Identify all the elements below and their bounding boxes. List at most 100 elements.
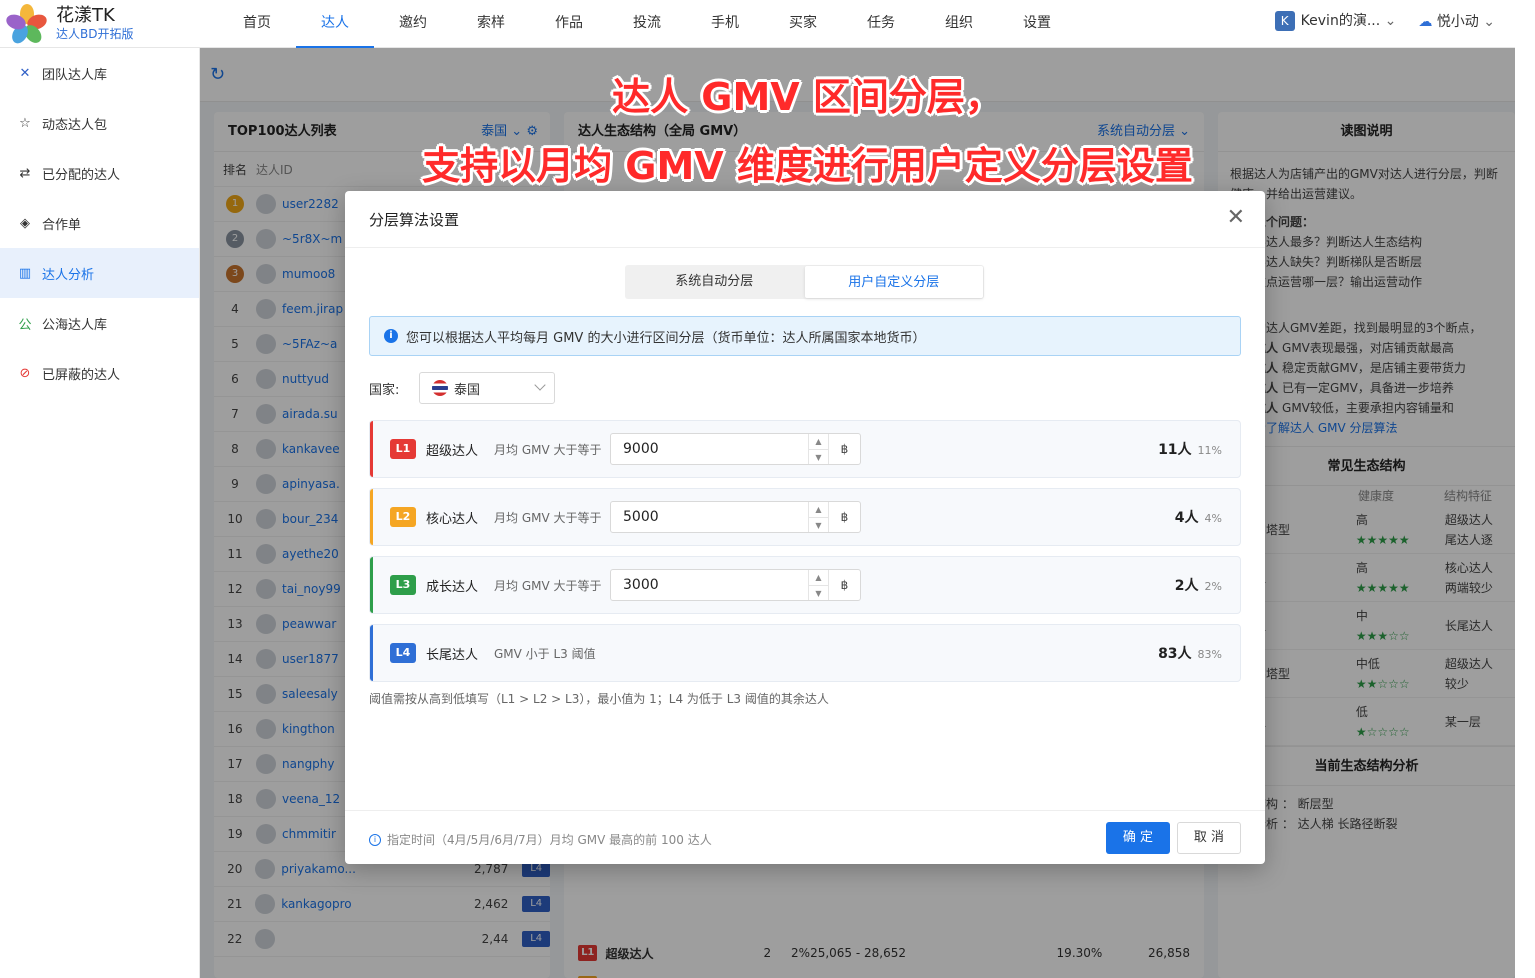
number-stepper[interactable]: ▲ ▼ (808, 570, 828, 600)
confirm-button[interactable]: 确 定 (1106, 822, 1170, 854)
stepper-down-icon[interactable]: ▼ (809, 586, 828, 601)
tier-condition: 月均 GMV 大于等于 (494, 578, 602, 593)
tier-row: L2 核心达人 月均 GMV 大于等于 5000 ▲ ▼ ฿ 4人 4% (369, 488, 1241, 546)
tier-row: L1 超级达人 月均 GMV 大于等于 9000 ▲ ▼ ฿ 11人 11% (369, 420, 1241, 478)
threshold-value[interactable]: 5000 (611, 509, 808, 525)
tier-row: L3 成长达人 月均 GMV 大于等于 3000 ▲ ▼ ฿ 2人 2% (369, 556, 1241, 614)
info-banner: i 您可以根据达人平均每月 GMV 的大小进行区间分层（货币单位：达人所属国家本… (369, 316, 1241, 356)
app-title: 花漾TK (56, 5, 115, 26)
nav-item[interactable]: 投流 (608, 0, 686, 48)
sidebar-item-label: 公海达人库 (42, 317, 108, 333)
nav-item[interactable]: 组织 (920, 0, 998, 48)
threshold-input[interactable]: 3000 ▲ ▼ ฿ (610, 569, 861, 601)
nav-item[interactable]: 达人 (296, 0, 374, 48)
tab-system-auto[interactable]: 系统自动分层 (625, 265, 804, 299)
footer-note-text: 指定时间（4月/5月/6月/7月）月均 GMV 最高的前 100 达人 (387, 833, 712, 847)
sidebar-item[interactable]: ◈ 合作单 (0, 198, 199, 248)
tab-user-defined[interactable]: 用户自定义分层 (804, 266, 983, 298)
handshake-icon: ◈ (20, 215, 30, 231)
tier-badge: L1 (390, 439, 416, 459)
nav-item[interactable]: 作品 (530, 0, 608, 48)
tier-name: 成长达人 (426, 579, 479, 595)
tier-settings-modal: 分层算法设置 ✕ 系统自动分层 用户自定义分层 i 您可以根据达人平均每月 GM… (345, 191, 1265, 864)
tier-condition: GMV 小于 L3 阈值 (494, 646, 596, 661)
nav-item[interactable]: 邀约 (374, 0, 452, 48)
chevron-down-icon: ⌄ (1483, 13, 1495, 30)
user-name: 悦小动 (1436, 13, 1479, 30)
sidebar-item[interactable]: 公公海达人库 (0, 298, 199, 348)
tier-name: 超级达人 (426, 443, 479, 459)
country-select[interactable]: 泰国 (419, 372, 555, 404)
nav-item[interactable]: 任务 (842, 0, 920, 48)
tier-mode-tabs: 系统自动分层 用户自定义分层 (625, 265, 984, 299)
currency-baht-icon: ฿ (828, 434, 860, 464)
country-value: 泰国 (454, 382, 481, 398)
tier-count: 11人 11% (1158, 439, 1222, 459)
stepper-up-icon[interactable]: ▲ (809, 570, 828, 586)
nav-item[interactable]: 手机 (686, 0, 764, 48)
nav-item[interactable]: 设置 (998, 0, 1076, 48)
tier-row: L4 长尾达人 GMV 小于 L3 阈值 83人 83% (369, 624, 1241, 682)
stepper-down-icon[interactable]: ▼ (809, 518, 828, 533)
footer-divider (345, 810, 1265, 811)
torn-edge (1515, 0, 1535, 978)
tier-name: 核心达人 (426, 511, 479, 527)
stepper-up-icon[interactable]: ▲ (809, 434, 828, 450)
annotation-line-2: 支持以月均 GMV 维度进行用户定义分层设置 (422, 144, 1193, 188)
threshold-value[interactable]: 9000 (611, 441, 808, 457)
main-nav: 首页 达人 邀约 索样 作品 投流 手机 买家 任务 组织 设置 (218, 0, 1076, 48)
stepper-down-icon[interactable]: ▼ (809, 450, 828, 465)
tier-count: 83人 83% (1158, 643, 1222, 663)
sidebar-item-label: 已屏蔽的达人 (42, 367, 121, 383)
tier-badge: L4 (390, 643, 416, 663)
shop-badge: K (1274, 11, 1295, 31)
user-menu[interactable]: ☁ 悦小动 ⌄ (1418, 11, 1495, 31)
tier-count-value: 83人 (1158, 646, 1192, 662)
cancel-button[interactable]: 取 消 (1177, 822, 1241, 854)
tier-color-bar (370, 489, 373, 545)
shop-name: Kevin的演... (1300, 13, 1381, 29)
tier-condition: 月均 GMV 大于等于 (494, 442, 602, 457)
tier-count-value: 4人 (1174, 510, 1199, 526)
currency-baht-icon: ฿ (828, 502, 860, 532)
number-stepper[interactable]: ▲ ▼ (808, 434, 828, 464)
nav-item[interactable]: 首页 (218, 0, 296, 48)
nav-item[interactable]: 买家 (764, 0, 842, 48)
annotation-line-1: 达人 GMV 区间分层， (612, 75, 1003, 119)
threshold-hint: 阈值需按从高到低填写（L1 > L2 > L3），最小值为 1；L4 为低于 L… (369, 692, 829, 706)
top-nav-bar: 花漾TK 达人BD开拓版 首页 达人 邀约 索样 作品 投流 手机 买家 任务 组织 设置 K Kev… (0, 0, 1515, 48)
stepper-up-icon[interactable]: ▲ (809, 502, 828, 518)
sidebar-item[interactable]: ⊘ 已屏蔽的达人 (0, 348, 199, 398)
number-stepper[interactable]: ▲ ▼ (808, 502, 828, 532)
info-icon: i (384, 329, 398, 343)
nav-item[interactable]: 索样 (452, 0, 530, 48)
tier-count: 4人 4% (1175, 507, 1222, 527)
chevron-down-icon: ⌄ (1384, 13, 1397, 29)
tier-badge: L2 (390, 507, 416, 527)
info-circle-icon: i (369, 833, 381, 846)
tier-percent: 83% (1197, 648, 1222, 661)
tier-percent: 11% (1197, 444, 1222, 457)
modal-divider (345, 247, 1265, 248)
threshold-input[interactable]: 5000 ▲ ▼ ฿ (610, 501, 861, 533)
user-logo-icon: ☁ (1418, 13, 1433, 30)
tier-percent: 4% (1204, 512, 1222, 525)
app-logo[interactable]: 花漾TK 达人BD开拓版 (0, 3, 200, 46)
tier-count-value: 2人 (1174, 578, 1199, 594)
threshold-value[interactable]: 3000 (611, 577, 808, 593)
sidebar-item[interactable]: ▥ 达人分析 (0, 248, 199, 298)
tier-count-value: 11人 (1158, 442, 1192, 458)
tier-condition: 月均 GMV 大于等于 (494, 510, 602, 525)
star-icon: ☆ (19, 115, 31, 131)
tier-badge: L3 (390, 575, 416, 595)
close-icon[interactable]: ✕ (1227, 205, 1245, 230)
currency-baht-icon: ฿ (828, 570, 860, 600)
threshold-input[interactable]: 9000 ▲ ▼ ฿ (610, 433, 861, 465)
pool-icon: 公 (18, 317, 32, 333)
tier-count: 2人 2% (1175, 575, 1222, 595)
block-icon: ⊘ (19, 365, 31, 381)
tier-name: 长尾达人 (426, 647, 479, 663)
shop-selector[interactable]: K Kevin的演... ⌄ (1274, 10, 1397, 31)
chevron-down-icon (534, 379, 546, 391)
flower-logo-icon (4, 3, 49, 46)
